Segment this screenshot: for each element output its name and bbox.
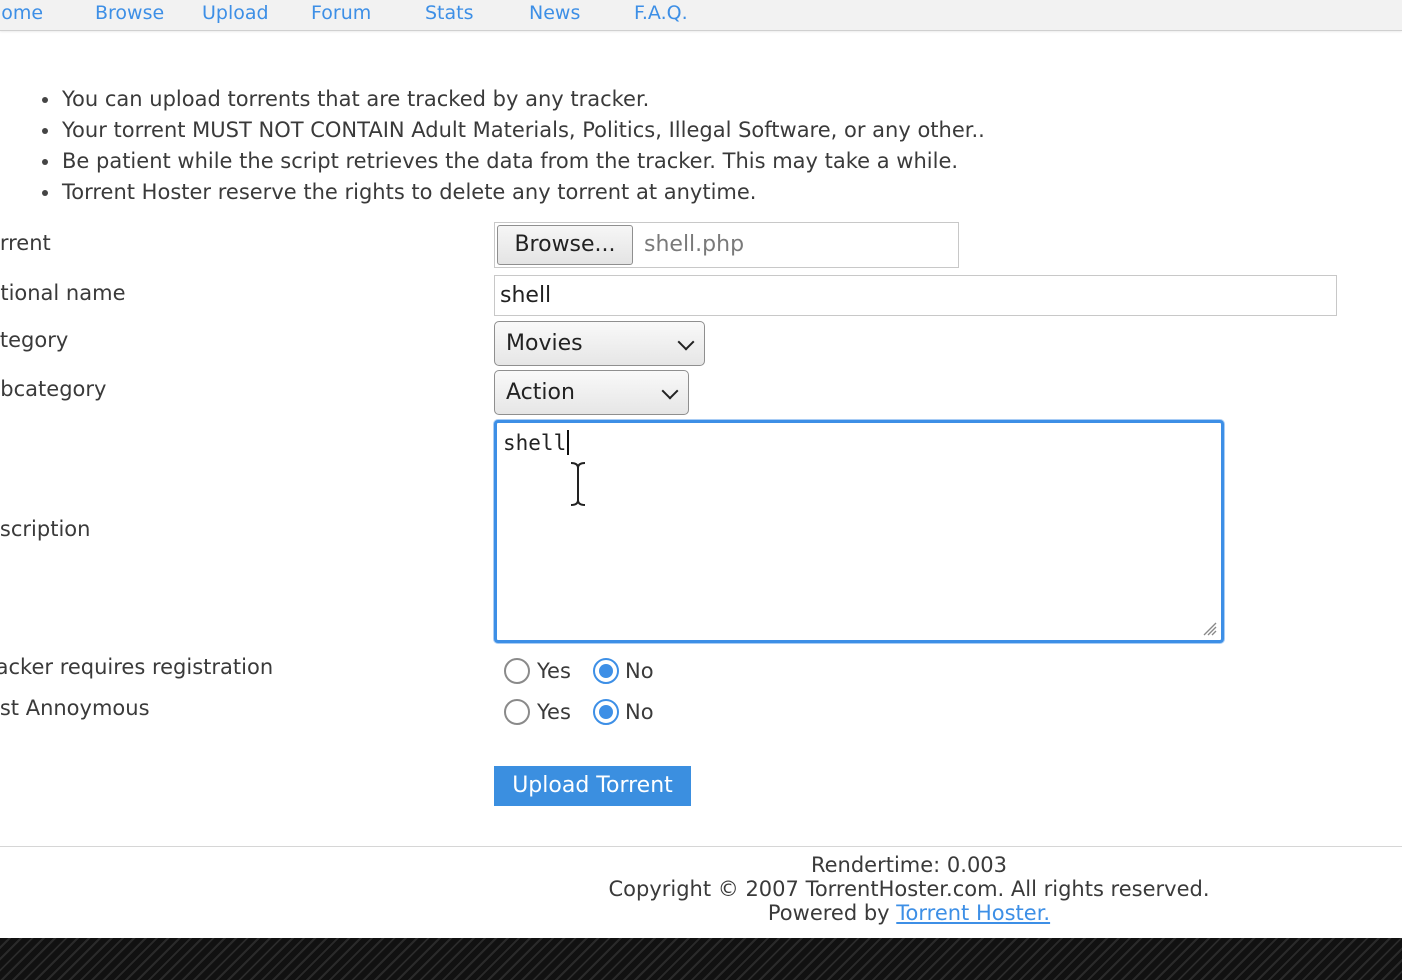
post-anonymous-label: ost Annoymous — [0, 696, 150, 720]
selected-filename: shell.php — [644, 232, 745, 257]
post-anonymous-yes-radio[interactable] — [504, 699, 530, 725]
upload-rules-list: You can upload torrents that are tracked… — [38, 84, 985, 208]
tracker-registration-no-radio[interactable] — [593, 658, 619, 684]
radio-label-no: No — [625, 700, 654, 724]
subcategory-label: ubcategory — [0, 377, 107, 401]
description-label: escription — [0, 517, 91, 541]
chevron-down-icon — [661, 382, 679, 400]
radio-label-yes: Yes — [537, 700, 571, 724]
post-anonymous-no-radio[interactable] — [593, 699, 619, 725]
torrent-hoster-link[interactable]: Torrent Hoster. — [896, 901, 1050, 925]
optional-name-label: ptional name — [0, 281, 126, 305]
subcategory-select[interactable]: Action — [494, 370, 689, 415]
nav-link-browse[interactable]: Browse — [95, 2, 164, 24]
radio-label-yes: Yes — [537, 659, 571, 683]
rule-item: Your torrent MUST NOT CONTAIN Adult Mate… — [38, 115, 985, 146]
chevron-down-icon — [677, 333, 695, 351]
rule-item: Torrent Hoster reserve the rights to del… — [38, 177, 985, 208]
torrent-file-input[interactable]: Browse... shell.php — [494, 222, 959, 268]
subcategory-selected-value: Action — [506, 380, 575, 405]
optional-name-input[interactable]: shell — [494, 275, 1337, 316]
nav-link-news[interactable]: News — [529, 2, 580, 24]
nav-link-stats[interactable]: Stats — [425, 2, 474, 24]
upload-torrent-button[interactable]: Upload Torrent — [494, 766, 691, 806]
radio-label-no: No — [625, 659, 654, 683]
nav-link-upload[interactable]: Upload — [202, 2, 269, 24]
resize-grip-icon[interactable] — [1201, 620, 1217, 636]
description-textarea[interactable]: shell — [494, 420, 1224, 643]
category-select[interactable]: Movies — [494, 321, 705, 366]
category-selected-value: Movies — [506, 331, 583, 356]
powered-by: Powered by Torrent Hoster. — [0, 901, 1402, 925]
top-nav: Home Browse Upload Forum Stats News F.A.… — [0, 0, 1402, 31]
description-text: shell — [503, 431, 567, 455]
nav-link-faq[interactable]: F.A.Q. — [634, 2, 688, 24]
text-caret — [567, 430, 570, 455]
text-cursor-icon — [570, 461, 586, 507]
footer: Rendertime: 0.003 Copyright © 2007 Torre… — [0, 853, 1402, 925]
footer-divider — [0, 846, 1402, 847]
torrent-label: orrent — [0, 231, 51, 255]
bottom-pattern-band — [0, 938, 1402, 980]
category-label: ategory — [0, 328, 69, 352]
tracker-registration-yes-radio[interactable] — [504, 658, 530, 684]
tracker-registration-label: racker requires registration — [0, 655, 274, 679]
copyright-text: Copyright © 2007 TorrentHoster.com. All … — [608, 877, 1210, 901]
nav-link-home[interactable]: Home — [0, 2, 43, 24]
rendertime-text: Rendertime: 0.003 — [810, 853, 1008, 877]
browse-button[interactable]: Browse... — [497, 225, 633, 265]
rule-item: You can upload torrents that are tracked… — [38, 84, 985, 115]
powered-by-prefix: Powered by — [767, 901, 897, 925]
nav-link-forum[interactable]: Forum — [311, 2, 371, 24]
rule-item: Be patient while the script retrieves th… — [38, 146, 985, 177]
